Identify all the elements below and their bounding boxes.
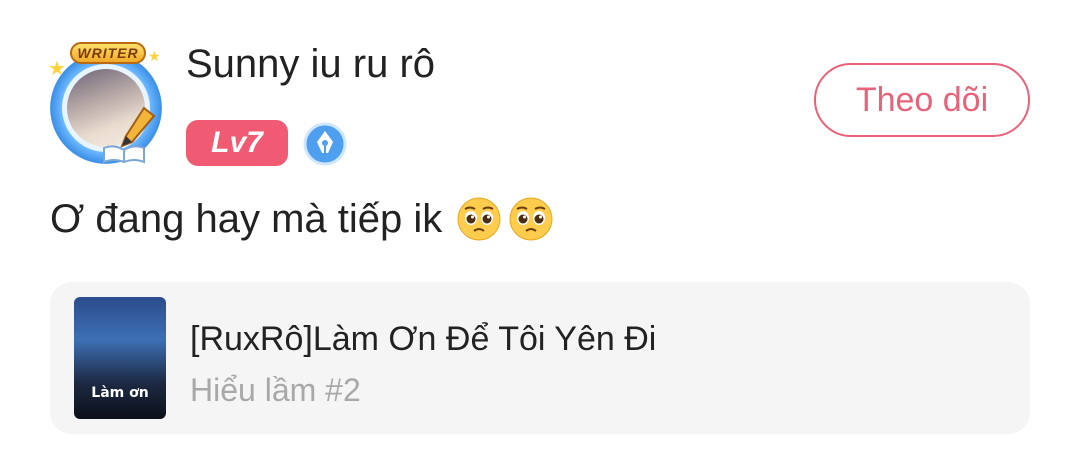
star-icon: ★ [148, 48, 161, 64]
book-icon [103, 145, 145, 164]
writer-pen-badge-icon [303, 122, 347, 166]
pleading-face-emoji [457, 197, 501, 241]
follow-button[interactable]: Theo dõi [814, 63, 1030, 137]
pleading-face-emoji [509, 197, 553, 241]
story-title[interactable]: [RuxRô]Làm Ơn Để Tôi Yên Đi [190, 320, 656, 359]
comment-text: Ơ đang hay mà tiếp ik [50, 196, 554, 242]
story-cover-image: Làm ơn [74, 297, 166, 419]
star-icon: ★ [48, 58, 66, 80]
story-chapter[interactable]: Hiểu lầm #2 [190, 372, 361, 409]
story-cover-caption: Làm ơn [91, 385, 149, 401]
avatar[interactable]: WRITER ★ ★ [40, 40, 172, 164]
level-badge: Lv7 [186, 120, 288, 166]
comment-body: Ơ đang hay mà tiếp ik [50, 196, 443, 241]
username[interactable]: Sunny iu ru rô [186, 42, 435, 87]
story-card[interactable]: Làm ơn [RuxRô]Làm Ơn Để Tôi Yên Đi Hiểu … [50, 282, 1030, 434]
writer-badge: WRITER [70, 42, 146, 64]
